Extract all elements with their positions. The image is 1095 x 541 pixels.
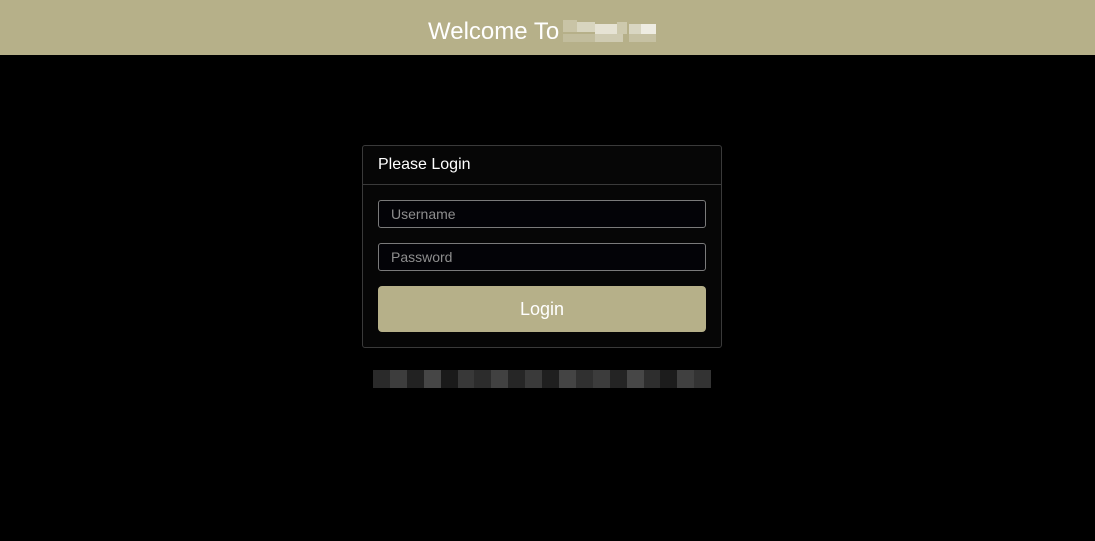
login-panel-title: Please Login [378,156,471,173]
login-panel-heading: Please Login [363,146,721,185]
login-panel: Please Login Login [362,145,722,348]
redacted-footer-text [373,370,712,388]
password-input[interactable] [378,243,706,271]
username-input[interactable] [378,200,706,228]
redacted-brand-name [563,18,657,46]
top-header-bar: Welcome To [0,0,1095,55]
page-title: Welcome To [428,18,560,45]
login-button[interactable]: Login [378,286,706,332]
header-content: Welcome To [428,17,657,47]
